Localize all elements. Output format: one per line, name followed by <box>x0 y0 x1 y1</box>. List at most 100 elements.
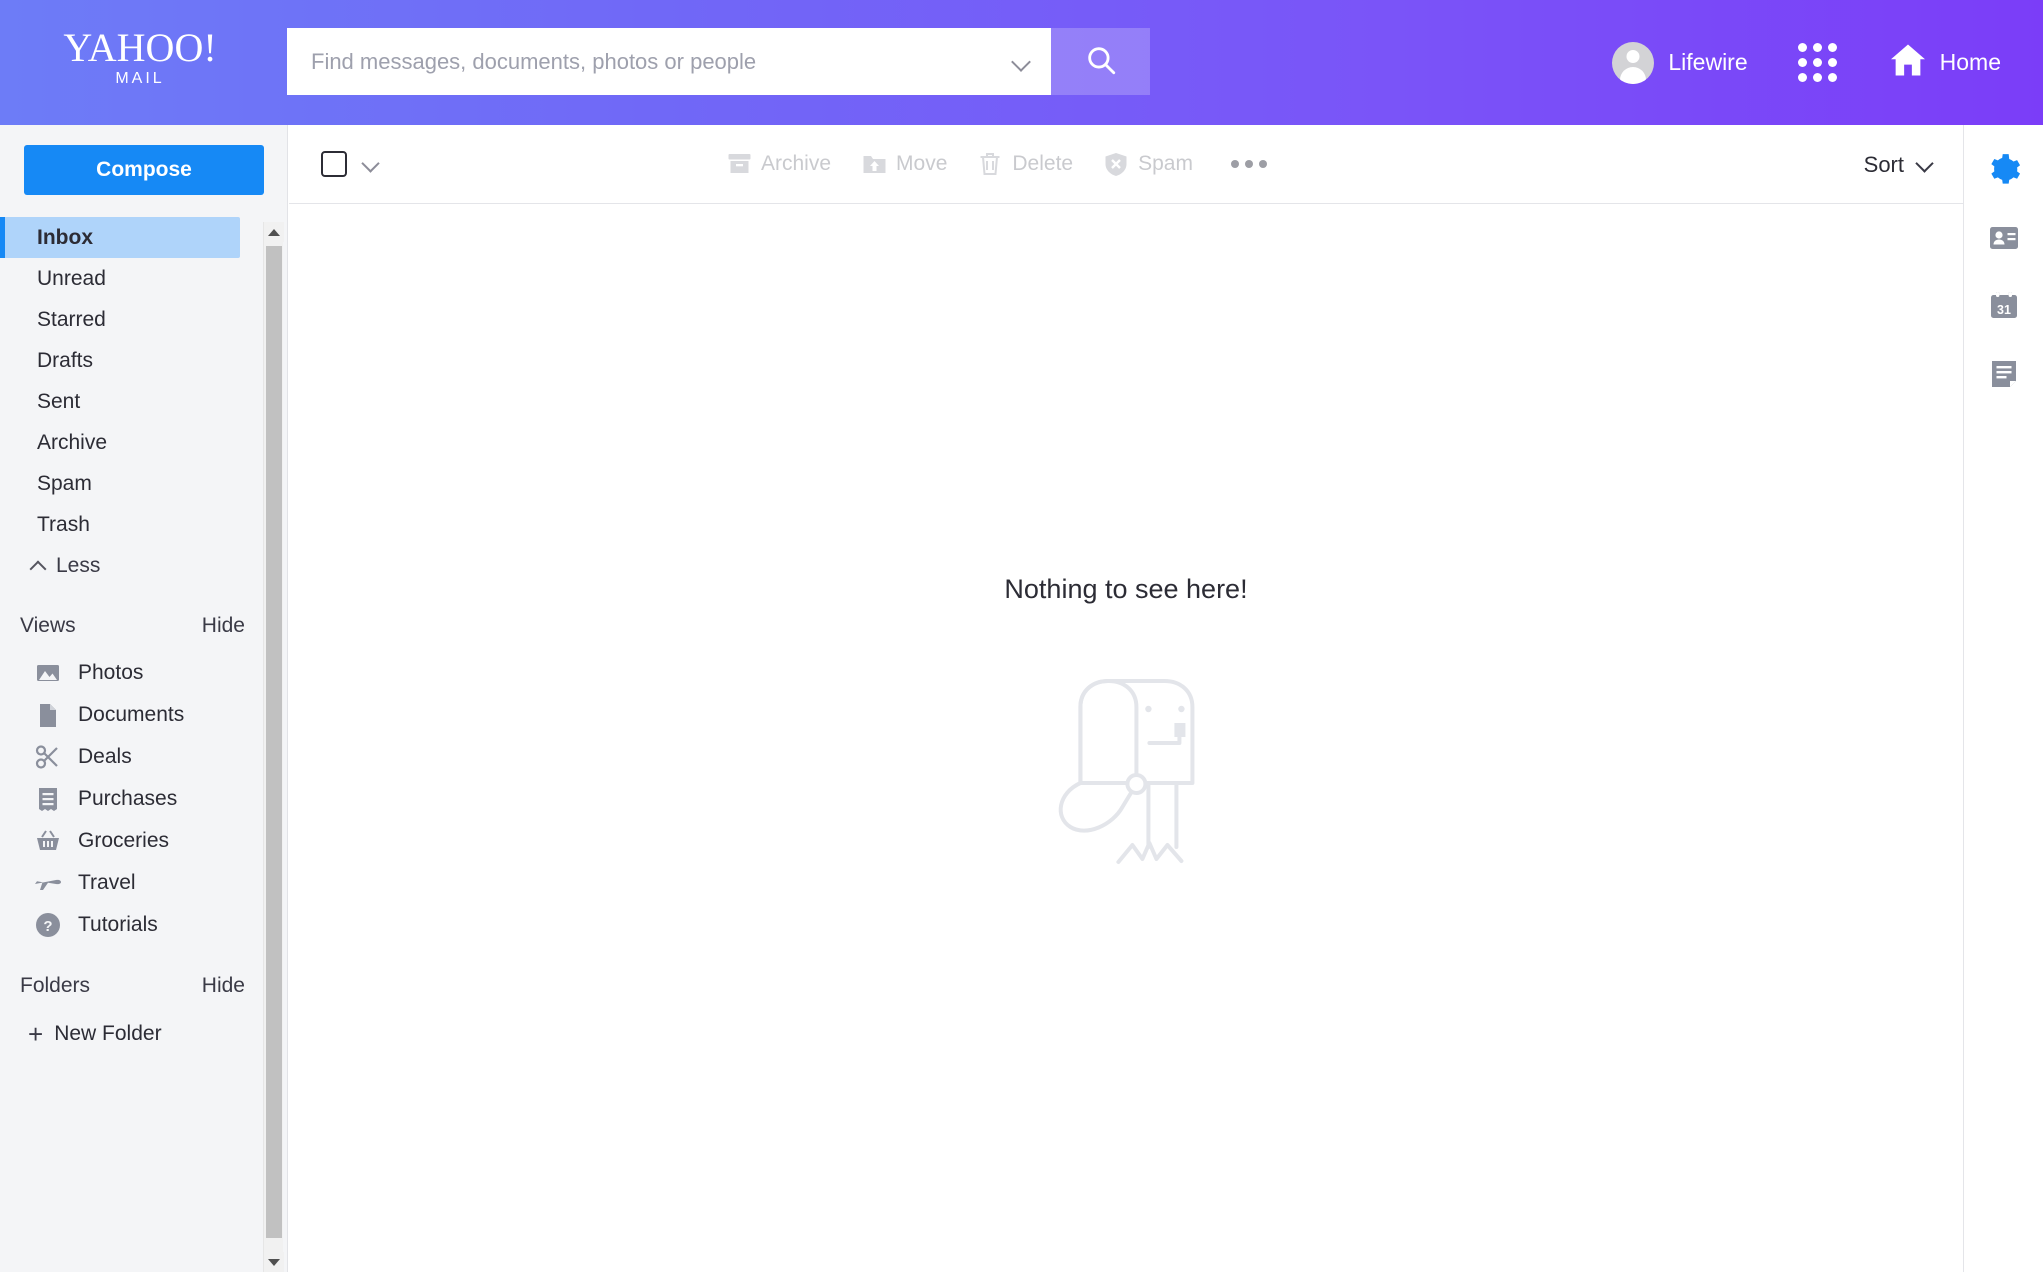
sort-label: Sort <box>1863 151 1904 177</box>
plus-icon: + <box>28 1019 44 1049</box>
sidebar: Compose Inbox Unread Starred Drafts Sent… <box>0 125 288 1272</box>
new-folder-button[interactable]: + New Folder <box>0 1012 287 1056</box>
sort-button[interactable]: Sort <box>1864 125 1935 204</box>
right-rail: 31 <box>1963 125 2043 1272</box>
calendar-day-number: 31 <box>1997 303 2011 317</box>
sidebar-less-label: Less <box>56 553 101 577</box>
scrollbar-thumb[interactable] <box>266 246 282 1238</box>
select-all-checkbox[interactable] <box>321 151 347 177</box>
sidebar-item-travel[interactable]: Travel <box>0 862 287 904</box>
sidebar-item-label: Archive <box>37 430 108 454</box>
message-list-area: Nothing to see here! <box>289 204 1963 1272</box>
home-link[interactable]: Home <box>1889 43 2001 82</box>
views-list: Photos Documents Deals Purchases Groceri… <box>0 652 287 946</box>
delete-button[interactable]: Delete <box>977 151 1073 177</box>
sidebar-scrollbar[interactable] <box>263 222 284 1272</box>
sidebar-item-purchases[interactable]: Purchases <box>0 778 287 820</box>
search-bar <box>287 28 1150 95</box>
sidebar-item-label: Documents <box>78 703 185 726</box>
spam-button[interactable]: Spam <box>1103 151 1193 177</box>
sidebar-item-tutorials[interactable]: ? Tutorials <box>0 904 287 946</box>
search-submit-button[interactable] <box>1051 28 1150 95</box>
sidebar-item-label: Photos <box>78 661 144 684</box>
header-right-cluster: Lifewire Home <box>1612 0 2001 125</box>
sidebar-item-trash[interactable]: Trash <box>0 504 240 545</box>
chevron-up-icon <box>30 560 46 571</box>
search-input[interactable] <box>311 28 1011 95</box>
scrollbar-down-arrow[interactable] <box>264 1252 284 1272</box>
yahoo-mail-logo[interactable]: YAHOO! MAIL <box>60 26 220 89</box>
sidebar-item-inbox[interactable]: Inbox <box>0 217 240 258</box>
sidebar-item-label: Travel <box>78 871 136 894</box>
archive-button[interactable]: Archive <box>726 151 831 177</box>
avatar <box>1612 41 1655 84</box>
toolbar-actions: Archive Move Delete Spam <box>726 151 1267 177</box>
sidebar-item-label: Tutorials <box>78 913 158 936</box>
archive-icon <box>726 151 752 177</box>
shield-icon <box>1103 151 1129 177</box>
receipt-icon <box>34 786 62 812</box>
sidebar-item-label: Drafts <box>37 348 94 372</box>
archive-label: Archive <box>761 152 832 175</box>
scrollbar-up-arrow[interactable] <box>264 222 284 242</box>
sidebar-item-label: Deals <box>78 745 132 768</box>
document-icon <box>34 702 62 728</box>
views-hide-button[interactable]: Hide <box>202 614 245 638</box>
views-section-header: Views Hide <box>0 600 287 652</box>
search-options-chevron-down-icon[interactable] <box>1011 51 1033 73</box>
sidebar-item-deals[interactable]: Deals <box>0 736 287 778</box>
move-label: Move <box>896 152 948 175</box>
sidebar-item-photos[interactable]: Photos <box>0 652 287 694</box>
apps-grid-icon[interactable] <box>1797 43 1837 82</box>
account-menu[interactable]: Lifewire <box>1612 41 1748 84</box>
dot-icon <box>1230 160 1239 168</box>
search-box[interactable] <box>287 28 1051 95</box>
sidebar-item-label: Spam <box>37 471 92 495</box>
empty-state: Nothing to see here! <box>1004 574 1248 872</box>
delete-label: Delete <box>1012 152 1074 175</box>
triangle-up-icon <box>268 228 280 236</box>
sidebar-item-unread[interactable]: Unread <box>0 258 240 299</box>
move-button[interactable]: Move <box>861 151 947 177</box>
sidebar-item-label: Unread <box>37 266 106 290</box>
sidebar-item-label: Inbox <box>37 225 93 249</box>
app-header: YAHOO! MAIL Lifewire <box>0 0 2043 125</box>
more-options-button[interactable] <box>1230 160 1267 168</box>
account-name: Lifewire <box>1668 49 1748 75</box>
notepad-icon[interactable] <box>1987 357 2021 391</box>
chevron-down-icon <box>1915 155 1935 175</box>
sidebar-item-label: Groceries <box>78 829 170 852</box>
compose-button[interactable]: Compose <box>24 145 264 195</box>
empty-state-title: Nothing to see here! <box>1004 574 1248 604</box>
folders-hide-button[interactable]: Hide <box>202 974 245 998</box>
contacts-card-icon[interactable] <box>1987 221 2021 255</box>
folders-title: Folders <box>20 974 91 997</box>
open-mailbox-illustration <box>1004 647 1247 872</box>
question-circle-icon: ? <box>34 912 62 938</box>
dot-icon <box>1244 160 1253 168</box>
sidebar-item-label: Starred <box>37 307 106 331</box>
sidebar-item-starred[interactable]: Starred <box>0 299 240 340</box>
sidebar-item-spam[interactable]: Spam <box>0 463 240 504</box>
new-folder-label: New Folder <box>54 1022 162 1045</box>
yahoo-mail-app: YAHOO! MAIL Lifewire <box>0 0 2043 1272</box>
search-icon <box>1084 43 1118 80</box>
sidebar-item-label: Trash <box>37 512 90 536</box>
move-icon <box>861 151 887 177</box>
dot-icon <box>1258 160 1267 168</box>
message-toolbar: Archive Move Delete Spam Sort <box>289 125 1963 204</box>
scissors-icon <box>34 744 62 770</box>
sidebar-item-drafts[interactable]: Drafts <box>0 340 240 381</box>
home-icon <box>1889 43 1927 82</box>
sidebar-item-documents[interactable]: Documents <box>0 694 287 736</box>
sidebar-toggle-less[interactable]: Less <box>0 545 240 586</box>
logo-subtext: MAIL <box>115 70 165 87</box>
sidebar-item-sent[interactable]: Sent <box>0 381 240 422</box>
views-title: Views <box>20 614 76 637</box>
select-options-chevron-down-icon[interactable] <box>361 154 381 174</box>
sidebar-item-archive[interactable]: Archive <box>0 422 240 463</box>
folders-section-header: Folders Hide <box>0 960 287 1012</box>
sidebar-item-groceries[interactable]: Groceries <box>0 820 287 862</box>
calendar-icon[interactable]: 31 <box>1987 289 2021 323</box>
gear-icon[interactable] <box>1987 153 2021 187</box>
